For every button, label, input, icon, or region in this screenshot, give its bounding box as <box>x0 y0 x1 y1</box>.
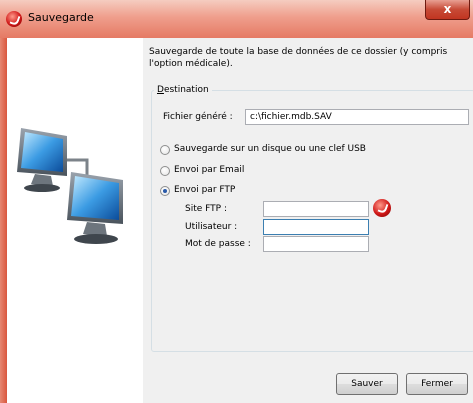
generated-file-label: Fichier généré : <box>163 112 233 122</box>
form-area: Sauvegarde de toute la base de données d… <box>143 38 473 403</box>
ftp-password-field[interactable] <box>263 236 369 252</box>
generated-file-field[interactable]: c:\fichier.mdb.SAV <box>245 109 469 125</box>
close-button[interactable]: Fermer <box>406 373 468 395</box>
destination-group: Destination Fichier généré : c:\fichier.… <box>151 85 473 352</box>
networked-computers-icon <box>17 128 123 244</box>
radio-email-label[interactable]: Envoi par Email <box>174 165 244 175</box>
window-frame-left <box>0 38 7 403</box>
ftp-site-label: Site FTP : <box>185 204 227 214</box>
destination-group-label: Destination <box>154 85 212 95</box>
backup-dialog: Sauvegarde x Sauvegarde de toute la base… <box>0 0 473 403</box>
backup-icon <box>6 11 22 27</box>
radio-usb[interactable] <box>160 145 170 155</box>
ftp-user-field[interactable] <box>263 219 369 235</box>
dialog-content: Sauvegarde de toute la base de données d… <box>7 38 473 403</box>
window-title: Sauvegarde <box>28 11 94 24</box>
ftp-password-label: Mot de passe : <box>185 239 251 249</box>
close-window-button[interactable]: x <box>425 0 470 20</box>
description-text: Sauvegarde de toute la base de données d… <box>149 47 448 69</box>
ftp-check-icon[interactable] <box>373 199 391 217</box>
radio-email[interactable] <box>160 166 170 176</box>
radio-ftp-label[interactable]: Envoi par FTP <box>174 185 235 195</box>
title-bar[interactable]: Sauvegarde x <box>0 0 473 38</box>
save-button[interactable]: Sauver <box>336 373 398 395</box>
ftp-user-label: Utilisateur : <box>185 222 238 232</box>
ftp-site-field[interactable] <box>263 201 369 217</box>
radio-ftp[interactable] <box>160 186 170 196</box>
illustration-panel <box>7 38 143 403</box>
radio-usb-label[interactable]: Sauvegarde sur un disque ou une clef USB <box>174 144 366 154</box>
